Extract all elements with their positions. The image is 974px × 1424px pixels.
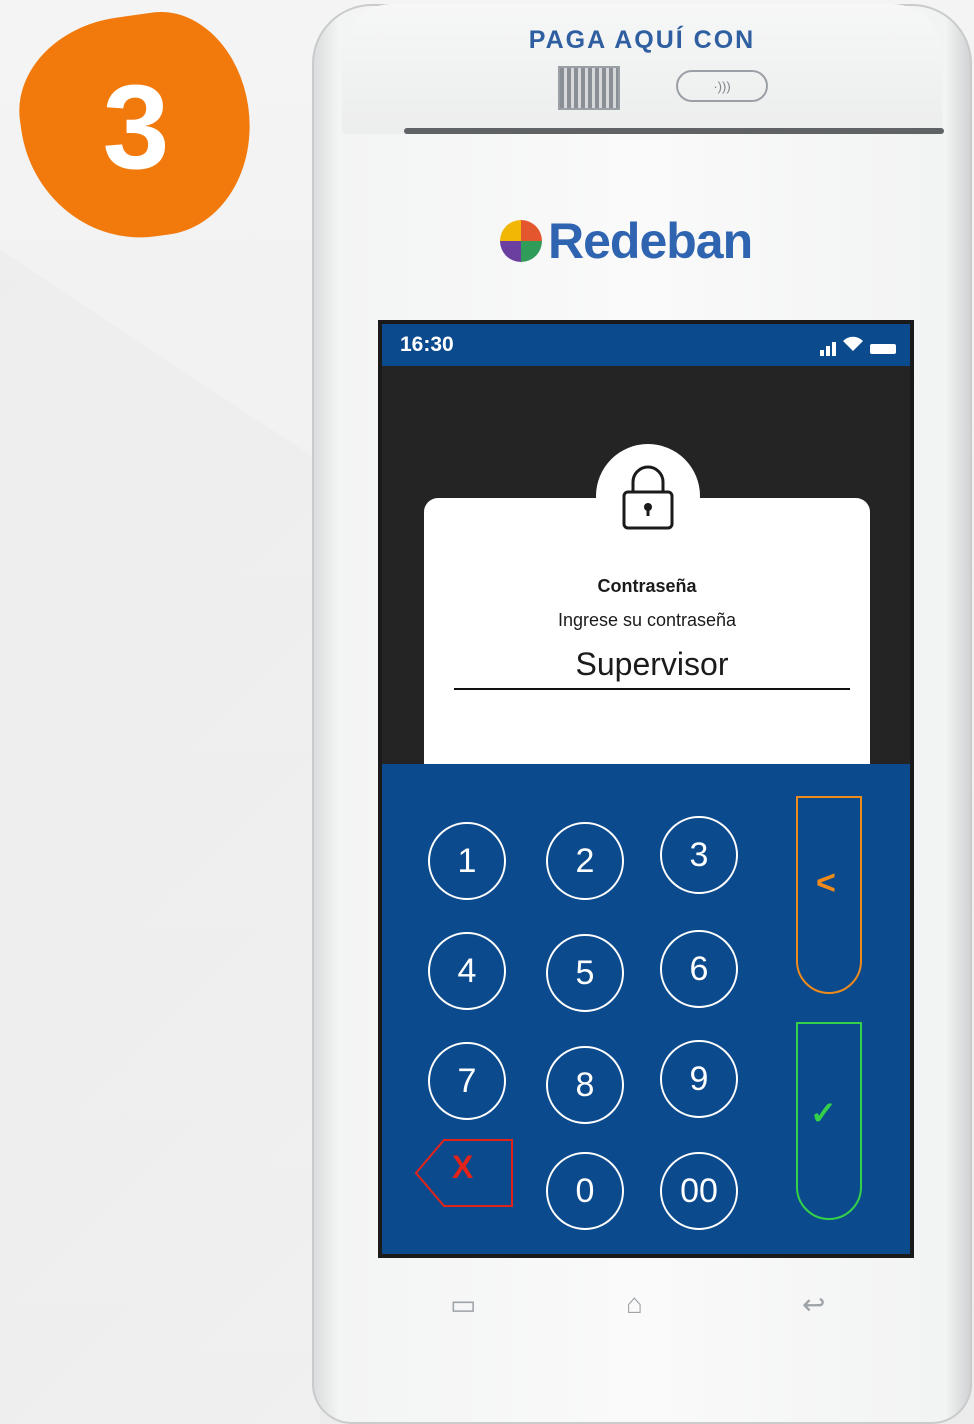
key-1[interactable]: 1 xyxy=(428,822,506,900)
qr-code-icon xyxy=(558,66,620,110)
key-00[interactable]: 00 xyxy=(660,1152,738,1230)
key-6[interactable]: 6 xyxy=(660,930,738,1008)
wifi-icon xyxy=(842,336,864,356)
printer-label: PAGA AQUÍ CON xyxy=(528,26,756,54)
numeric-keypad: 1 2 3 4 5 6 7 8 9 0 00 X < ✓ xyxy=(382,764,910,1254)
key-7[interactable]: 7 xyxy=(428,1042,506,1120)
printer-head: PAGA AQUÍ CON ·))) xyxy=(342,4,944,134)
key-0[interactable]: 0 xyxy=(546,1152,624,1230)
delete-icon: X xyxy=(452,1149,474,1185)
step-number: 3 xyxy=(102,60,170,194)
paper-slot xyxy=(404,128,944,134)
clock: 16:30 xyxy=(400,333,454,356)
status-icons xyxy=(820,336,896,356)
key-5[interactable]: 5 xyxy=(546,934,624,1012)
background-shape xyxy=(0,250,320,1424)
home-icon[interactable]: ⌂ xyxy=(626,1288,643,1320)
check-icon: ✓ xyxy=(810,1095,837,1131)
chevron-left-icon: < xyxy=(816,864,836,902)
brand-logo: Redeban xyxy=(500,212,753,270)
status-bar: 16:30 xyxy=(382,324,910,366)
key-8[interactable]: 8 xyxy=(546,1046,624,1124)
dialog-title: Contraseña xyxy=(597,576,697,596)
device-nav-bar: ▭ ⌂ ↩ xyxy=(378,1270,906,1340)
battery-icon xyxy=(870,344,896,354)
key-3[interactable]: 3 xyxy=(660,816,738,894)
pos-terminal: PAGA AQUÍ CON ·))) Redeban 16:30 Contras… xyxy=(312,4,972,1424)
password-input[interactable] xyxy=(454,640,850,690)
contactless-icon: ·))) xyxy=(676,70,768,102)
screen: 16:30 Contraseña Ingrese su contraseña S… xyxy=(378,320,914,1258)
key-9[interactable]: 9 xyxy=(660,1040,738,1118)
back-nav-icon[interactable]: ↩ xyxy=(802,1288,825,1321)
dialog-subtitle: Ingrese su contraseña xyxy=(557,610,737,630)
key-2[interactable]: 2 xyxy=(546,822,624,900)
recent-apps-icon[interactable]: ▭ xyxy=(450,1288,476,1321)
key-4[interactable]: 4 xyxy=(428,932,506,1010)
lock-icon xyxy=(618,460,678,537)
brand-name: Redeban xyxy=(548,213,753,269)
signal-icon xyxy=(820,342,836,356)
brand-logo-icon xyxy=(500,220,542,262)
